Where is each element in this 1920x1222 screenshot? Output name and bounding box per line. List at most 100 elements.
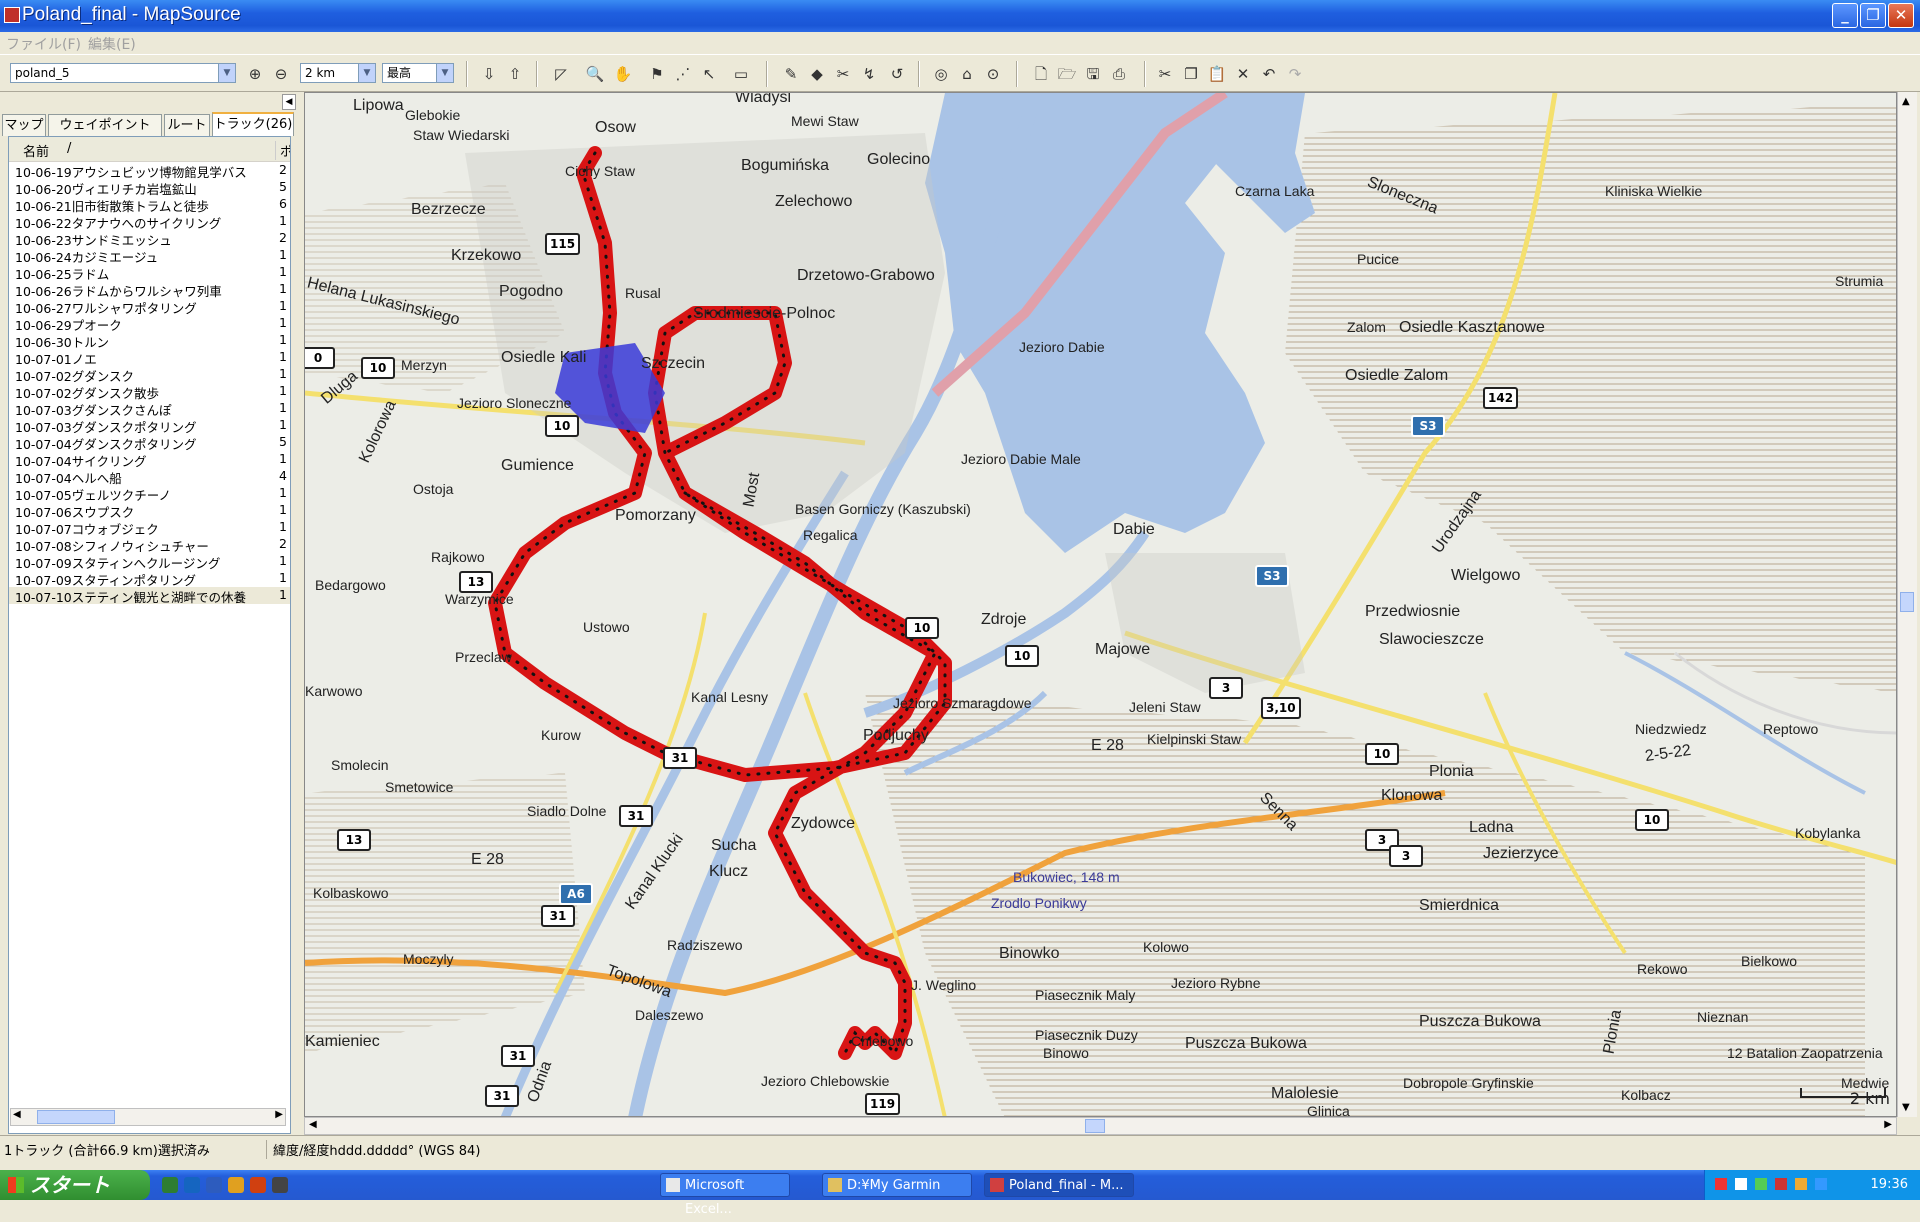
tab-maps[interactable]: マップ: [2, 114, 46, 136]
app-icon[interactable]: [272, 1177, 288, 1193]
list-item[interactable]: 10-07-03グダンスクポタリング 1: [9, 417, 290, 435]
list-item[interactable]: 10-06-19アウシュビッツ博物館見学バス 2: [9, 162, 290, 180]
save-file-icon[interactable]: 🖫: [1082, 63, 1104, 85]
tray-icon[interactable]: [1795, 1178, 1807, 1190]
detail-select[interactable]: 最高 ▼: [382, 63, 454, 83]
list-item[interactable]: 10-06-26ラドムからワルシャワ列車 1: [9, 281, 290, 299]
list-item[interactable]: 10-07-10ステティン観光と湖畔での休養 1: [9, 587, 290, 605]
firefox-icon[interactable]: [250, 1177, 266, 1193]
list-item[interactable]: 10-06-29プオーク 1: [9, 315, 290, 333]
map-hscrollbar[interactable]: ◀ ▶: [304, 1117, 1897, 1135]
scroll-up-icon[interactable]: ▲: [1902, 96, 1910, 107]
find-nearby-icon[interactable]: ⊙: [982, 63, 1004, 85]
tab-tracks[interactable]: トラック(26): [212, 112, 294, 136]
scroll-thumb[interactable]: [37, 1110, 115, 1124]
waypoint-tool-icon[interactable]: ⚑: [646, 63, 668, 85]
map-view[interactable]: Lipowa Glebokie Osow Wladysl Mewi Staw G…: [304, 92, 1897, 1117]
select-tool-icon[interactable]: ◸: [550, 63, 572, 85]
map-product-select[interactable]: poland_5 ▼: [10, 63, 236, 83]
paste-icon[interactable]: 📋: [1206, 63, 1228, 85]
ie-icon[interactable]: [184, 1177, 200, 1193]
list-item[interactable]: 10-06-23サンドミエッシュ 2: [9, 230, 290, 248]
scroll-thumb[interactable]: [1900, 592, 1914, 612]
send-to-device-icon[interactable]: ⇧: [504, 63, 526, 85]
task-mapsource[interactable]: Poland_final - M...: [984, 1173, 1134, 1197]
folder-icon[interactable]: [228, 1177, 244, 1193]
list-item[interactable]: 10-06-24カジミエージュ 1: [9, 247, 290, 265]
copy-icon[interactable]: ❐: [1180, 63, 1202, 85]
list-item[interactable]: 10-07-04サイクリング 1: [9, 451, 290, 469]
divide-track-icon[interactable]: ✂: [832, 63, 854, 85]
column-points-header[interactable]: ポ: [275, 141, 290, 160]
track-draw-icon[interactable]: ✎: [780, 63, 802, 85]
list-item[interactable]: 10-07-02グダンスク散歩 1: [9, 383, 290, 401]
zoom-level-select[interactable]: 2 km ▼: [300, 63, 376, 83]
list-item[interactable]: 10-07-09スタティンへクルージング 1: [9, 553, 290, 571]
close-button[interactable]: ✕: [1888, 3, 1914, 28]
find-place-icon[interactable]: ⌂: [956, 63, 978, 85]
list-item[interactable]: 10-06-27ワルシャワポタリング 1: [9, 298, 290, 316]
zoom-out-icon[interactable]: ⊖: [270, 63, 292, 85]
list-item[interactable]: 10-06-22タアナウへのサイクリング 1: [9, 213, 290, 231]
list-item[interactable]: 10-07-07コウォブジェク 1: [9, 519, 290, 537]
join-track-icon[interactable]: ↯: [858, 63, 880, 85]
redo-icon[interactable]: ↷: [1284, 63, 1306, 85]
list-item[interactable]: 10-07-04ヘルへ船 4: [9, 468, 290, 486]
scroll-down-icon[interactable]: ▼: [1902, 1102, 1910, 1113]
scroll-right-icon[interactable]: ▶: [275, 1109, 283, 1120]
print-icon[interactable]: ⎙: [1108, 63, 1130, 85]
word-icon[interactable]: [206, 1177, 222, 1193]
hand-tool-icon[interactable]: ✋: [612, 63, 634, 85]
map-vscrollbar[interactable]: ▲ ▼: [1897, 92, 1917, 1117]
route-tool-icon[interactable]: ⋰: [672, 63, 694, 85]
list-item[interactable]: 10-06-25ラドム 1: [9, 264, 290, 282]
measure-tool-icon[interactable]: ▭: [730, 63, 752, 85]
scroll-thumb[interactable]: [1085, 1119, 1105, 1133]
list-item[interactable]: 10-07-02グダンスク 1: [9, 366, 290, 384]
minimize-button[interactable]: _: [1832, 3, 1858, 28]
pointer-tool-icon[interactable]: ↖: [698, 63, 720, 85]
tray-icon[interactable]: [1815, 1178, 1827, 1190]
start-button[interactable]: スタート: [0, 1170, 150, 1200]
menu-edit[interactable]: 編集(E): [88, 34, 136, 54]
tray-icon[interactable]: [1775, 1178, 1787, 1190]
find-icon[interactable]: ◎: [930, 63, 952, 85]
scroll-left-icon[interactable]: ◀: [309, 1119, 317, 1130]
list-item[interactable]: 10-06-30トルン 1: [9, 332, 290, 350]
list-item[interactable]: 10-07-08シフィノウィシュチャー 2: [9, 536, 290, 554]
list-item[interactable]: 10-07-06スウプスク 1: [9, 502, 290, 520]
open-file-icon[interactable]: 🗁: [1056, 63, 1078, 85]
delete-icon[interactable]: ✕: [1232, 63, 1254, 85]
list-item[interactable]: 10-06-20ヴィエリチカ岩塩鉱山 5: [9, 179, 290, 197]
undo-icon[interactable]: ↶: [1258, 63, 1280, 85]
tray-icon[interactable]: [1735, 1178, 1747, 1190]
column-name-header[interactable]: 名前: [23, 141, 49, 160]
track-filter-icon[interactable]: ↺: [886, 63, 908, 85]
track-list[interactable]: 名前 / ポ 10-06-19アウシュビッツ博物館見学バス210-06-20ヴィ…: [8, 136, 291, 1134]
task-explorer[interactable]: D:¥My Garmin: [822, 1173, 972, 1197]
zoom-tool-icon[interactable]: 🔍: [584, 63, 606, 85]
scroll-left-icon[interactable]: ◀: [13, 1109, 21, 1120]
list-item[interactable]: 10-06-21旧市街散策トラムと徒歩 6: [9, 196, 290, 214]
task-excel[interactable]: Microsoft Excel...: [660, 1173, 790, 1217]
list-item[interactable]: 10-07-09スタティンポタリング 1: [9, 570, 290, 588]
list-item[interactable]: 10-07-05ヴェルツクチーノ 1: [9, 485, 290, 503]
list-item[interactable]: 10-07-01ノエ 1: [9, 349, 290, 367]
tray-icon[interactable]: [1715, 1178, 1727, 1190]
list-item[interactable]: 10-07-03グダンスクさんぽ 1: [9, 400, 290, 418]
sidebar-hscrollbar[interactable]: ◀ ▶: [10, 1108, 286, 1126]
receive-from-device-icon[interactable]: ⇩: [478, 63, 500, 85]
excel-icon[interactable]: [162, 1177, 178, 1193]
new-file-icon[interactable]: 🗋: [1030, 63, 1052, 85]
maximize-button[interactable]: ❐: [1860, 3, 1886, 28]
tab-routes[interactable]: ルート: [164, 114, 210, 136]
tray-icon[interactable]: [1755, 1178, 1767, 1190]
collapse-panel-button[interactable]: ◀: [282, 94, 296, 110]
menu-file[interactable]: ファイル(F): [6, 34, 81, 54]
erase-icon[interactable]: ◆: [806, 63, 828, 85]
list-item[interactable]: 10-07-04グダンスクポタリング 5: [9, 434, 290, 452]
cut-icon[interactable]: ✂: [1154, 63, 1176, 85]
scroll-right-icon[interactable]: ▶: [1884, 1119, 1892, 1130]
zoom-in-icon[interactable]: ⊕: [244, 63, 266, 85]
tab-waypoints[interactable]: ウェイポイント (1): [48, 114, 162, 155]
